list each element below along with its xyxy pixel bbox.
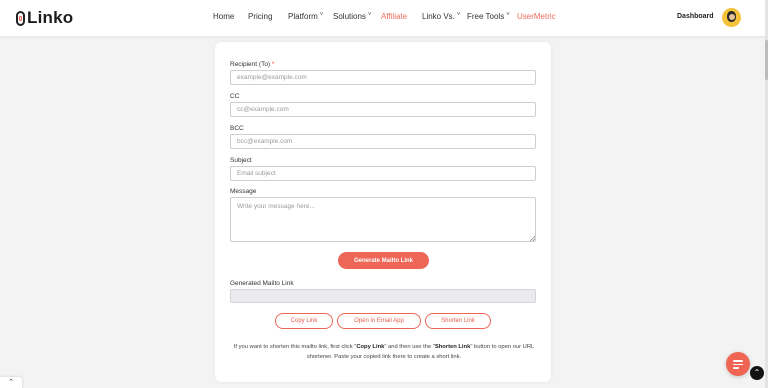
chevron-down-icon: ˅ — [506, 12, 510, 18]
collapse-tab[interactable]: ⌃ — [0, 377, 22, 388]
message-textarea[interactable] — [230, 197, 536, 242]
chevron-down-icon: ˅ — [456, 12, 461, 18]
chevron-down-icon: ˅ — [367, 12, 372, 18]
help-text-part: If you want to shorten this mailto link,… — [233, 344, 357, 350]
bcc-label: BCC — [230, 125, 244, 132]
nav-free-tools[interactable]: Free Tools ˅ — [467, 12, 510, 21]
cc-label: CC — [230, 93, 240, 100]
shorten-link-button[interactable]: Shorten Link — [425, 313, 491, 329]
logo-text: Linko — [27, 8, 74, 27]
linko-logo-icon — [16, 10, 25, 26]
recipient-label: Recipient (To) * — [230, 61, 274, 68]
hamburger-icon — [733, 360, 743, 362]
help-text-part: " and then use the " — [384, 344, 435, 350]
subject-input[interactable] — [230, 166, 536, 181]
nav-free-tools-label: Free Tools — [467, 12, 505, 21]
nav-home[interactable]: Home — [213, 12, 234, 21]
scroll-to-top-button[interactable]: ⌃ — [750, 366, 764, 380]
recipient-label-text: Recipient (To) — [230, 61, 271, 68]
chevron-up-icon: ⌃ — [753, 368, 761, 377]
required-mark: * — [271, 61, 275, 68]
linko-logo[interactable]: Linko — [16, 8, 74, 27]
menu-fab-button[interactable] — [726, 352, 750, 376]
user-avatar[interactable] — [722, 8, 741, 27]
avatar-face — [728, 14, 735, 20]
nav-platform-label: Platform — [288, 12, 318, 21]
help-copy-link-emphasis: Copy Link — [356, 344, 385, 350]
nav-linko-vs-label: Linko Vs. — [422, 12, 455, 21]
nav-linko-vs[interactable]: Linko Vs. ˅ — [422, 12, 460, 21]
nav-solutions-label: Solutions — [333, 12, 366, 21]
dashboard-link[interactable]: Dashboard — [677, 13, 714, 20]
nav-pricing-label: Pricing — [248, 12, 273, 21]
copy-link-button[interactable]: Copy Link — [275, 313, 333, 329]
message-label: Message — [230, 188, 257, 195]
nav-usermetric-label: UserMetric — [517, 12, 556, 21]
open-email-app-button[interactable]: Open in Email App — [337, 313, 421, 329]
nav-platform[interactable]: Platform ˅ — [288, 12, 323, 21]
bcc-input[interactable] — [230, 134, 536, 149]
chevron-up-icon: ⌃ — [8, 379, 14, 386]
generated-link-label: Generated Mailto Link — [230, 280, 294, 287]
chevron-down-icon: ˅ — [319, 12, 324, 18]
top-navigation-bar: Linko Home Pricing Platform ˅ Solutions ˅ … — [0, 0, 768, 36]
help-shorten-link-emphasis: Shorten Link — [434, 344, 471, 350]
recipient-input[interactable] — [230, 70, 536, 85]
textarea-resize-handle[interactable] — [530, 236, 535, 241]
subject-label: Subject — [230, 157, 252, 164]
nav-usermetric[interactable]: UserMetric — [517, 12, 556, 21]
nav-affiliate-label: Affiliate — [381, 12, 408, 21]
shorten-help-text: If you want to shorten this mailto link,… — [226, 342, 542, 362]
nav-affiliate[interactable]: Affiliate — [381, 12, 407, 21]
generate-mailto-button[interactable]: Generate Mailto Link — [338, 252, 429, 269]
nav-pricing[interactable]: Pricing — [248, 12, 272, 21]
generated-link-output[interactable] — [230, 289, 536, 303]
nav-home-label: Home — [213, 12, 235, 21]
hamburger-icon-line — [733, 363, 743, 365]
cc-input[interactable] — [230, 102, 536, 117]
hamburger-icon-line — [733, 367, 739, 369]
nav-solutions[interactable]: Solutions ˅ — [333, 12, 371, 21]
